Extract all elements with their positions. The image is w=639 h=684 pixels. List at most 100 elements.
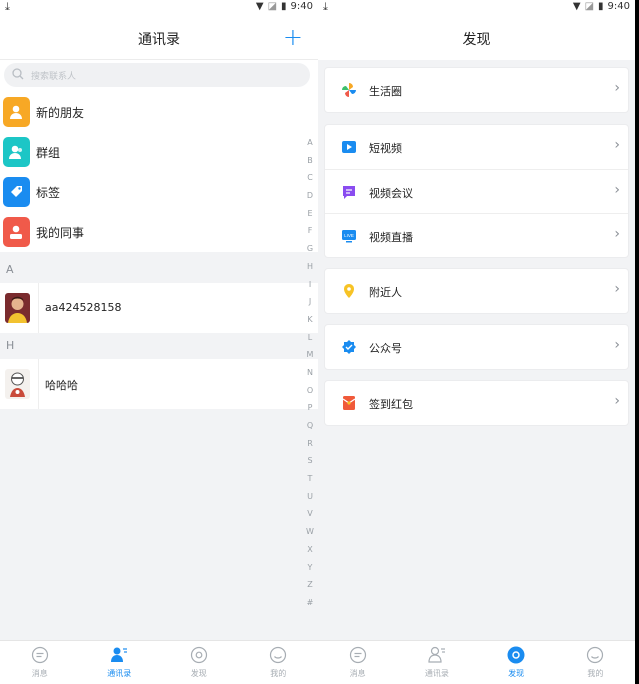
alphabet-index-letter[interactable]: T	[303, 470, 317, 488]
tab-label: 通讯录	[424, 669, 449, 678]
tab-label: 我的	[270, 669, 287, 678]
search-input[interactable]: 搜索联系人	[4, 63, 310, 87]
contact-name: 哈哈哈	[45, 379, 78, 392]
new-friends-item[interactable]: 新的朋友	[0, 92, 318, 132]
contacts-screen: ⤓ ▼ ◪ ▮ 9:40 通讯录 + 搜索联系人 新的朋友 群组 标签 我的同事…	[0, 0, 318, 684]
tab-label: 消息	[31, 669, 48, 678]
groups-item[interactable]: 群组	[0, 132, 318, 172]
wifi-icon: ▼	[572, 1, 581, 12]
menu-label: 附近人	[369, 286, 402, 299]
alphabet-index-letter[interactable]: C	[303, 169, 317, 187]
divider	[38, 283, 39, 333]
chevron-right-icon: ›	[614, 337, 620, 353]
menu-group: 签到红包 ›	[324, 380, 629, 426]
chevron-right-icon: ›	[614, 393, 620, 409]
alphabet-index-letter[interactable]: V	[303, 505, 317, 523]
alphabet-index-letter[interactable]: R	[303, 435, 317, 453]
tab-profile[interactable]: 我的	[556, 641, 635, 684]
alphabet-index-letter[interactable]: O	[303, 382, 317, 400]
status-bar: ⤓ ▼ ◪ ▮ 9:40	[0, 0, 318, 14]
chevron-right-icon: ›	[614, 137, 620, 153]
clock-text: 9:40	[607, 1, 630, 12]
alphabet-index-letter[interactable]: A	[303, 134, 317, 152]
tab-discover[interactable]: 发现	[477, 641, 556, 684]
tab-contacts[interactable]: 通讯录	[80, 641, 160, 684]
video-meeting-item[interactable]: 视频会议 ›	[325, 169, 628, 213]
no-signal-icon: ◪	[267, 1, 278, 12]
alphabet-index-letter[interactable]: I	[303, 276, 317, 294]
tab-discover[interactable]: 发现	[159, 641, 239, 684]
live-stream-item[interactable]: LIVE 视频直播 ›	[325, 213, 628, 257]
menu-group: 附近人 ›	[324, 268, 629, 314]
groups-label: 群组	[36, 146, 61, 160]
battery-icon: ▮	[281, 1, 287, 12]
alphabet-index-letter[interactable]: N	[303, 364, 317, 382]
alphabet-index-letter[interactable]: W	[303, 523, 317, 541]
chevron-right-icon: ›	[614, 80, 620, 96]
official-account-item[interactable]: 公众号 ›	[325, 325, 628, 369]
page-title: 通讯录	[138, 32, 180, 48]
tab-messages[interactable]: 消息	[318, 641, 397, 684]
sign-in-red-packet-item[interactable]: 签到红包 ›	[325, 381, 628, 425]
alphabet-index-letter[interactable]: E	[303, 205, 317, 223]
alphabet-index-letter[interactable]: P	[303, 399, 317, 417]
alphabet-index-letter[interactable]: G	[303, 240, 317, 258]
menu-label: 公众号	[369, 342, 402, 355]
wifi-icon: ▼	[255, 1, 264, 12]
search-placeholder: 搜索联系人	[31, 72, 77, 82]
contact-row[interactable]: 哈哈哈	[0, 359, 318, 409]
menu-label: 签到红包	[369, 398, 413, 411]
menu-label: 视频直播	[369, 231, 413, 244]
menu-label: 短视频	[369, 142, 402, 155]
tab-messages[interactable]: 消息	[0, 641, 80, 684]
status-bar: ⤓ ▼ ◪ ▮ 9:40	[318, 0, 635, 14]
tab-label: 发现	[508, 669, 525, 678]
alphabet-index-letter[interactable]: L	[303, 329, 317, 347]
chevron-right-icon: ›	[614, 226, 620, 242]
page-title: 发现	[462, 32, 491, 48]
meeting-icon	[343, 186, 355, 199]
alphabet-index-letter[interactable]: X	[303, 541, 317, 559]
avatar	[5, 369, 30, 399]
contacts-icon	[111, 647, 128, 662]
alphabet-index-letter[interactable]: #	[303, 594, 317, 612]
search-icon	[12, 68, 24, 80]
alphabet-index-letter[interactable]: H	[303, 258, 317, 276]
alphabet-index-letter[interactable]: J	[303, 293, 317, 311]
download-icon: ⤓	[5, 0, 10, 13]
alphabet-index-letter[interactable]: Y	[303, 559, 317, 577]
alphabet-index-letter[interactable]: U	[303, 488, 317, 506]
tab-profile[interactable]: 我的	[239, 641, 319, 684]
alphabet-index-letter[interactable]: Z	[303, 576, 317, 594]
tab-contacts[interactable]: 通讯录	[397, 641, 476, 684]
nearby-people-item[interactable]: 附近人 ›	[325, 269, 628, 313]
verified-badge-icon	[342, 340, 356, 354]
location-pin-icon	[344, 284, 354, 298]
colleagues-item[interactable]: 我的同事	[0, 212, 318, 252]
alphabet-index-letter[interactable]: Q	[303, 417, 317, 435]
menu-group: 短视频 › 视频会议 › LIVE 视频直播 ›	[324, 124, 629, 258]
red-envelope-icon	[342, 396, 356, 410]
contact-row[interactable]: aa424528158	[0, 283, 318, 333]
add-contact-button[interactable]: +	[283, 22, 303, 52]
tab-bar: 消息 通讯录 发现 我的	[318, 640, 635, 684]
tab-bar: 消息 通讯录 发现 我的	[0, 640, 318, 684]
chat-icon	[31, 646, 48, 664]
svg-text:LIVE: LIVE	[344, 233, 354, 238]
search-bar: 搜索联系人	[0, 60, 318, 92]
header: 发现	[318, 14, 635, 60]
play-video-icon	[342, 141, 356, 153]
alphabet-index[interactable]: A B C D E F G H I J K L M N O P Q R S T U V W X Y Z #	[303, 134, 317, 612]
alphabet-index-letter[interactable]: F	[303, 222, 317, 240]
alphabet-index-letter[interactable]: K	[303, 311, 317, 329]
section-header-h: H	[0, 333, 318, 359]
colleague-icon	[3, 217, 30, 247]
alphabet-index-letter[interactable]: D	[303, 187, 317, 205]
short-video-item[interactable]: 短视频 ›	[325, 125, 628, 169]
alphabet-index-letter[interactable]: M	[303, 346, 317, 364]
tags-item[interactable]: 标签	[0, 172, 318, 212]
alphabet-index-letter[interactable]: S	[303, 452, 317, 470]
group-icon	[3, 137, 30, 167]
life-circle-item[interactable]: 生活圈 ›	[325, 68, 628, 112]
alphabet-index-letter[interactable]: B	[303, 152, 317, 170]
